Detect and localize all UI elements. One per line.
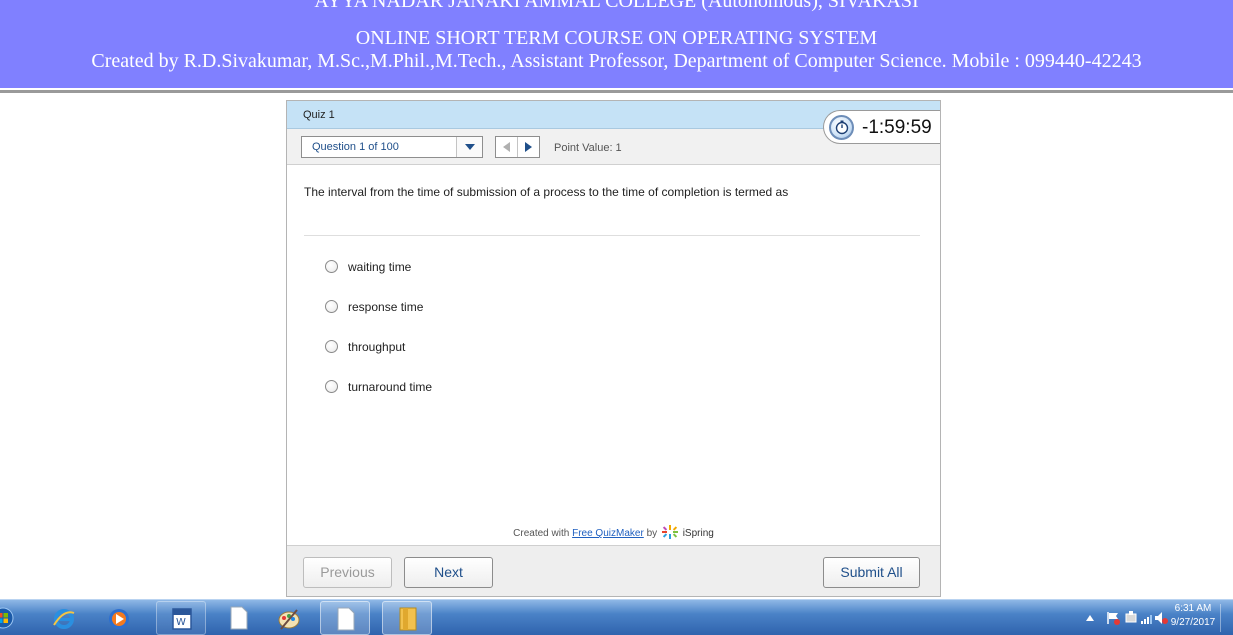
action-center-flag-icon[interactable]: [1106, 611, 1120, 625]
radio-button[interactable]: [325, 340, 338, 353]
radio-button[interactable]: [325, 300, 338, 313]
previous-button[interactable]: Previous: [303, 557, 392, 588]
stopwatch-icon: [829, 115, 854, 140]
credit-prefix: Created with: [513, 528, 570, 539]
document-icon: [230, 606, 248, 630]
quiz-player: Quiz 1 Question 1 of 100 Point Value: 1 …: [286, 100, 941, 597]
quiz-title: Quiz 1: [303, 109, 335, 121]
taskbar-document[interactable]: [220, 601, 258, 635]
ispring-logo-icon: [661, 525, 678, 539]
windows-orb-icon: [0, 607, 14, 629]
quiz-header: Quiz 1 Question 1 of 100 Point Value: 1 …: [287, 101, 940, 165]
taskbar-internet-explorer[interactable]: [44, 601, 82, 635]
network-plug-icon[interactable]: [1124, 611, 1138, 625]
word-document-icon: W: [172, 608, 192, 630]
taskbar-microsoft-word[interactable]: W: [156, 601, 206, 635]
next-button[interactable]: Next: [404, 557, 493, 588]
banner-course-title: ONLINE SHORT TERM COURSE ON OPERATING SY…: [355, 27, 878, 49]
quiz-timer: -1:59:59: [823, 110, 940, 144]
question-selector-label: Question 1 of 100: [312, 141, 399, 153]
ispring-brand: iSpring: [682, 528, 714, 539]
internet-explorer-icon: [53, 609, 75, 629]
folder-icon: [399, 607, 417, 631]
clock-date: 9/27/2017: [1170, 617, 1216, 628]
radio-button[interactable]: [325, 260, 338, 273]
show-hidden-icons-chevron-icon[interactable]: [1086, 615, 1094, 621]
submit-all-button[interactable]: Submit All: [823, 557, 920, 588]
answer-option-label: waiting time: [348, 260, 412, 274]
question-divider: [304, 235, 920, 236]
taskbar-paint[interactable]: [270, 601, 308, 635]
next-question-arrow[interactable]: [518, 137, 540, 157]
dropdown-arrow-button[interactable]: [456, 137, 482, 157]
document-icon: [337, 607, 355, 631]
credit-by: by: [646, 528, 658, 539]
question-text: The interval from the time of submission…: [304, 185, 789, 199]
answer-option-label: turnaround time: [348, 380, 433, 394]
taskbar-clock[interactable]: 6:31 AM 9/27/2017: [1163, 602, 1223, 630]
question-selector-dropdown[interactable]: Question 1 of 100: [301, 136, 483, 158]
free-quizmaker-link[interactable]: Free QuizMaker: [572, 528, 644, 539]
previous-question-arrow[interactable]: [496, 137, 518, 157]
quiz-footer: Previous Next Submit All: [287, 545, 940, 596]
system-tray: 6:31 AM 9/27/2017: [1030, 600, 1233, 635]
answer-option-label: throughput: [348, 340, 406, 354]
signal-strength-icon[interactable]: [1140, 611, 1154, 625]
point-value: Point Value: 1: [554, 142, 622, 154]
show-desktop-button[interactable]: [1220, 604, 1221, 632]
taskbar-file-explorer[interactable]: [382, 601, 432, 635]
radio-button[interactable]: [325, 380, 338, 393]
media-player-icon: [109, 609, 129, 629]
start-button[interactable]: [0, 601, 22, 635]
paint-icon: [278, 609, 300, 630]
banner-divider: [0, 90, 1233, 93]
svg-text:W: W: [176, 617, 186, 628]
page-banner: AYYA NADAR JANAKI AMMAL COLLEGE (Autonom…: [0, 0, 1233, 88]
timer-value: -1:59:59: [862, 117, 932, 138]
answer-option-label: response time: [348, 300, 424, 314]
arrow-right-icon: [525, 142, 532, 152]
taskbar-media-player[interactable]: [100, 601, 138, 635]
chevron-down-icon: [465, 144, 475, 150]
taskbar-document-active[interactable]: [320, 601, 370, 635]
question-nav-arrows: [495, 136, 540, 158]
banner-author-credit: Created by R.D.Sivakumar, M.Sc.,M.Phil.,…: [91, 50, 1142, 72]
windows-taskbar: W 6:31 AM 9/27/2017: [0, 599, 1233, 635]
clock-time: 6:31 AM: [1174, 603, 1212, 614]
arrow-left-icon: [503, 142, 510, 152]
quizmaker-credit: Created with Free QuizMaker by iSpring: [287, 525, 940, 539]
banner-college-name: AYYA NADAR JANAKI AMMAL COLLEGE (Autonom…: [314, 0, 919, 12]
